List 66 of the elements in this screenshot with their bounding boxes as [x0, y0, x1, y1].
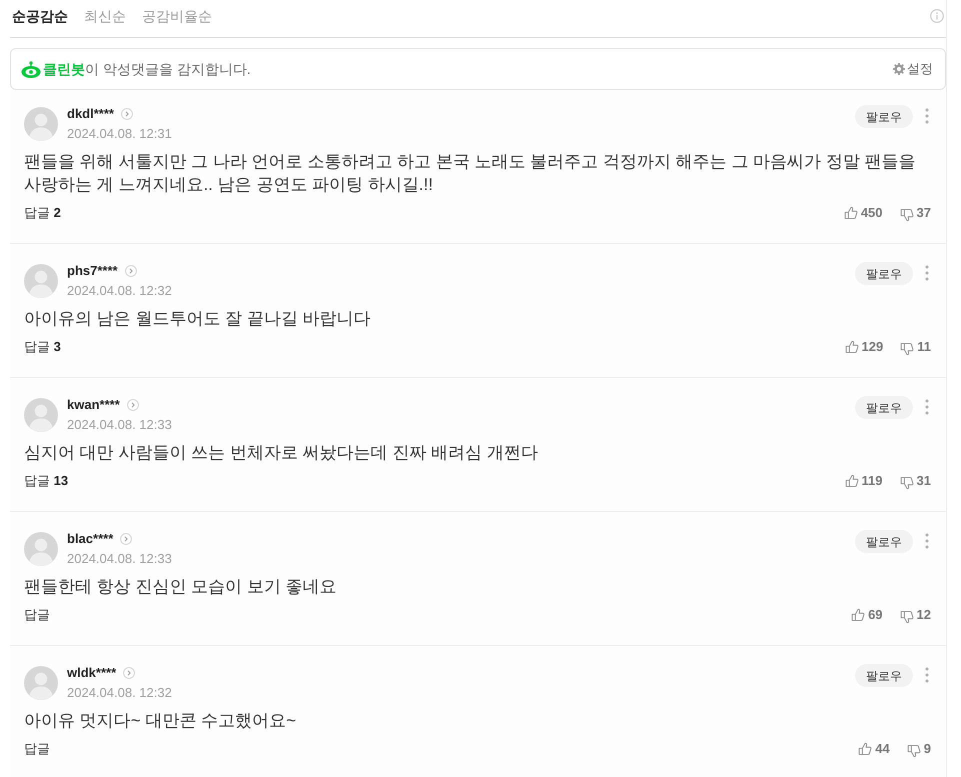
- thumbs-up-icon: [844, 340, 859, 354]
- thumbs-down-icon: [906, 744, 921, 758]
- username-link[interactable]: phs7****: [67, 261, 118, 281]
- reply-button[interactable]: 답글: [24, 739, 50, 759]
- thumbs-down-icon: [900, 208, 914, 222]
- follow-button[interactable]: 팔로우: [855, 530, 913, 553]
- comment-text: 아이유의 남은 월드투어도 잘 끝나길 바랍니다: [24, 308, 372, 330]
- follow-button[interactable]: 팔로우: [855, 262, 913, 285]
- comment-text: 팬들을 위해 서툴지만 그 나라 언어로 소통하려고 하고 본국 노래도 불러주고 걱정까지 해주는 그 마음씨가 정말 팬들을 사랑하는 게 느껴지네요.. 남은 공연도 파이팅 하시길.!!: [24, 151, 917, 196]
- like-button[interactable]: 44: [858, 739, 890, 759]
- thumbs-down-icon: [900, 610, 914, 624]
- username-link[interactable]: wldk****: [67, 663, 116, 683]
- user-avatar-icon: [24, 107, 58, 141]
- username-link[interactable]: kwan****: [67, 395, 120, 415]
- dislike-button[interactable]: 12: [900, 605, 931, 625]
- settings-icon: [893, 63, 905, 75]
- thumbs-up-icon: [858, 742, 872, 756]
- username-link[interactable]: dkdl****: [67, 104, 114, 124]
- follow-button[interactable]: 팔로우: [855, 664, 913, 687]
- info-icon[interactable]: [930, 9, 944, 23]
- comment-text: 팬들한테 항상 진심인 모습이 보기 좋네요: [24, 576, 338, 598]
- more-options-icon[interactable]: [925, 667, 929, 683]
- user-avatar-icon: [24, 398, 58, 432]
- comment-date: 2024.04.08. 12:32: [67, 684, 172, 702]
- sort-tab[interactable]: 순공감순: [12, 6, 68, 26]
- chevron-circle-icon[interactable]: [120, 108, 133, 120]
- dislike-button[interactable]: 11: [900, 337, 931, 357]
- like-button[interactable]: 450: [844, 203, 883, 223]
- user-avatar-icon: [24, 264, 58, 298]
- follow-button[interactable]: 팔로우: [855, 105, 913, 128]
- thumbs-up-icon: [851, 608, 866, 622]
- comment-date: 2024.04.08. 12:32: [67, 282, 172, 300]
- thumbs-up-icon: [844, 206, 858, 220]
- robot-icon: [21, 60, 41, 78]
- chevron-circle-icon[interactable]: [123, 667, 136, 679]
- thumbs-down-icon: [900, 342, 914, 356]
- user-avatar-icon: [24, 532, 58, 566]
- comment-text: 심지어 대만 사람들이 쓰는 번체자로 써놨다는데 진짜 배려심 개쩐다: [24, 442, 539, 464]
- cleanbot-message: 클린봇이 악성댓글을 감지합니다.: [43, 60, 251, 78]
- comment-date: 2024.04.08. 12:33: [67, 416, 172, 434]
- username-link[interactable]: blac****: [67, 529, 114, 549]
- more-options-icon[interactable]: [925, 265, 929, 281]
- comment-date: 2024.04.08. 12:33: [67, 550, 172, 568]
- settings-button[interactable]: 설정: [893, 59, 933, 79]
- chevron-circle-icon[interactable]: [126, 399, 139, 411]
- dislike-button[interactable]: 9: [906, 739, 931, 759]
- reply-button[interactable]: 답글 3: [24, 337, 61, 357]
- reply-button[interactable]: 답글 13: [24, 471, 68, 491]
- like-button[interactable]: 129: [844, 337, 884, 357]
- reply-button[interactable]: 답글 2: [24, 203, 61, 223]
- user-avatar-icon: [24, 666, 58, 700]
- more-options-icon[interactable]: [925, 399, 929, 415]
- dislike-button[interactable]: 31: [900, 471, 931, 491]
- more-options-icon[interactable]: [925, 108, 929, 124]
- thumbs-up-icon: [844, 474, 859, 488]
- chevron-circle-icon[interactable]: [124, 265, 137, 277]
- chevron-circle-icon[interactable]: [120, 533, 132, 545]
- follow-button[interactable]: 팔로우: [855, 396, 913, 419]
- comment-text: 아이유 멋지다~ 대만콘 수고했어요~: [24, 710, 298, 732]
- like-button[interactable]: 119: [844, 471, 883, 491]
- dislike-button[interactable]: 37: [900, 203, 931, 223]
- comment-date: 2024.04.08. 12:31: [67, 125, 172, 143]
- thumbs-down-icon: [900, 476, 914, 490]
- reply-button[interactable]: 답글: [24, 605, 50, 625]
- like-button[interactable]: 69: [851, 605, 883, 625]
- more-options-icon[interactable]: [925, 533, 929, 549]
